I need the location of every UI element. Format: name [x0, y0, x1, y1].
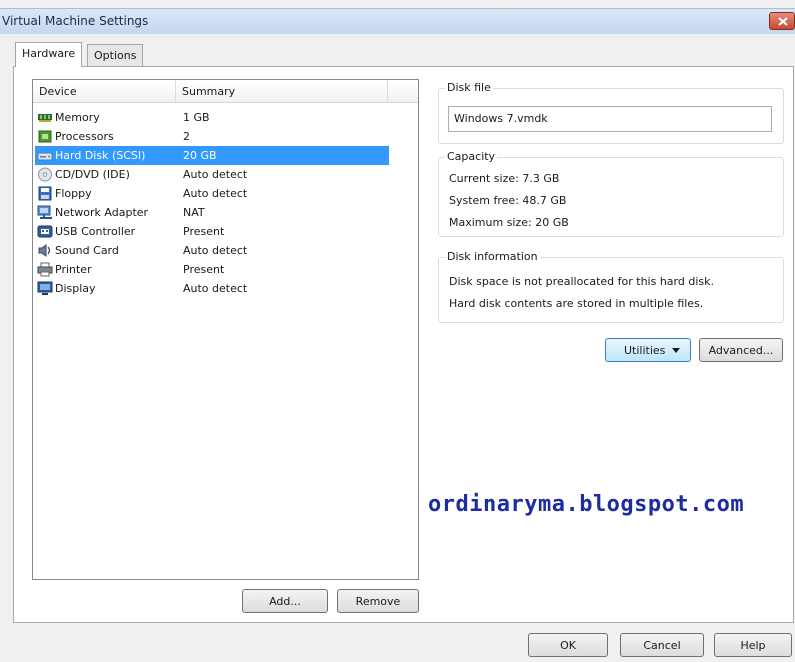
memory-icon	[38, 114, 52, 122]
device-summary: Present	[183, 225, 225, 238]
title-bar: Virtual Machine Settings	[0, 8, 795, 34]
cancel-button[interactable]: Cancel	[620, 633, 704, 657]
device-name: Display	[55, 282, 96, 295]
device-summary: 20 GB	[183, 149, 217, 162]
utilities-label: Utilities	[624, 344, 666, 357]
device-name: CD/DVD (IDE)	[55, 168, 130, 181]
device-row-processors[interactable]: Processors 2	[35, 127, 389, 146]
disk-information-group: Disk information Disk space is not preal…	[438, 250, 784, 323]
add-button[interactable]: Add...	[242, 589, 328, 613]
device-name: Network Adapter	[55, 206, 149, 219]
capacity-group: Capacity Current size: 7.3 GB System fre…	[438, 150, 784, 237]
device-row-memory[interactable]: Memory 1 GB	[35, 108, 389, 127]
close-button[interactable]	[769, 12, 795, 30]
device-name: Sound Card	[55, 244, 119, 257]
device-row-display[interactable]: Display Auto detect	[35, 279, 389, 298]
disk-file-group: Disk file Windows 7.vmdk	[438, 81, 784, 144]
device-summary: 1 GB	[183, 111, 210, 124]
chevron-down-icon	[672, 348, 680, 353]
network-adapter-icon	[37, 205, 52, 219]
watermark-text: ordinaryma.blogspot.com	[428, 492, 745, 517]
tab-options[interactable]: Options	[87, 44, 144, 66]
device-name: Memory	[55, 111, 100, 124]
device-summary: Auto detect	[183, 282, 248, 295]
device-row-floppy[interactable]: Floppy Auto detect	[35, 184, 389, 203]
column-header-summary[interactable]: Summary	[176, 80, 388, 102]
device-row-printer[interactable]: Printer Present	[35, 260, 389, 279]
device-summary: NAT	[183, 206, 205, 219]
device-summary: Auto detect	[183, 244, 248, 257]
printer-icon	[37, 262, 53, 277]
close-icon	[778, 17, 788, 26]
device-row-hard-disk[interactable]: Hard Disk (SCSI) 20 GB	[35, 146, 389, 165]
device-summary: Auto detect	[183, 168, 248, 181]
ok-button[interactable]: OK	[528, 633, 608, 657]
device-row-usb-controller[interactable]: USB Controller Present	[35, 222, 389, 241]
hard-disk-icon	[37, 152, 53, 161]
utilities-dropdown-button[interactable]: Utilities	[605, 338, 691, 362]
device-name: USB Controller	[55, 225, 136, 238]
device-row-cd-dvd[interactable]: CD/DVD (IDE) Auto detect	[35, 165, 389, 184]
display-icon	[37, 281, 53, 295]
sound-card-icon	[38, 244, 51, 257]
disk-information-line-1: Disk space is not preallocated for this …	[449, 275, 714, 288]
help-button[interactable]: Help	[714, 633, 792, 657]
hardware-tab-panel: Device Summary Memory 1 GB Processors 2 …	[13, 66, 794, 623]
tab-hardware[interactable]: Hardware	[15, 42, 83, 67]
column-header-device[interactable]: Device	[33, 80, 176, 102]
device-row-network-adapter[interactable]: Network Adapter NAT	[35, 203, 389, 222]
remove-button[interactable]: Remove	[337, 589, 419, 613]
current-size-text: Current size: 7.3 GB	[449, 172, 560, 185]
disk-information-title: Disk information	[445, 250, 540, 263]
device-summary: Auto detect	[183, 187, 248, 200]
processor-icon	[38, 130, 52, 143]
disk-information-line-2: Hard disk contents are stored in multipl…	[449, 297, 704, 310]
system-free-text: System free: 48.7 GB	[449, 194, 567, 207]
cd-dvd-icon	[38, 167, 52, 182]
device-summary: Present	[183, 263, 225, 276]
device-name: Floppy	[55, 187, 92, 200]
capacity-title: Capacity	[445, 150, 498, 163]
disk-file-title: Disk file	[445, 81, 493, 94]
device-summary: 2	[183, 130, 190, 143]
virtual-machine-settings-window: Virtual Machine Settings Hardware Option…	[0, 0, 795, 662]
device-list-header: Device Summary	[33, 80, 418, 103]
window-title: Virtual Machine Settings	[2, 14, 149, 28]
disk-file-field[interactable]: Windows 7.vmdk	[448, 106, 772, 132]
device-row-sound-card[interactable]: Sound Card Auto detect	[35, 241, 389, 260]
device-list[interactable]: Device Summary Memory 1 GB Processors 2 …	[32, 79, 419, 580]
floppy-icon	[38, 186, 52, 201]
device-name: Printer	[55, 263, 92, 276]
device-name: Hard Disk (SCSI)	[55, 149, 146, 162]
usb-icon	[37, 225, 53, 238]
device-name: Processors	[55, 130, 114, 143]
advanced-button[interactable]: Advanced...	[699, 338, 783, 362]
maximum-size-text: Maximum size: 20 GB	[449, 216, 569, 229]
